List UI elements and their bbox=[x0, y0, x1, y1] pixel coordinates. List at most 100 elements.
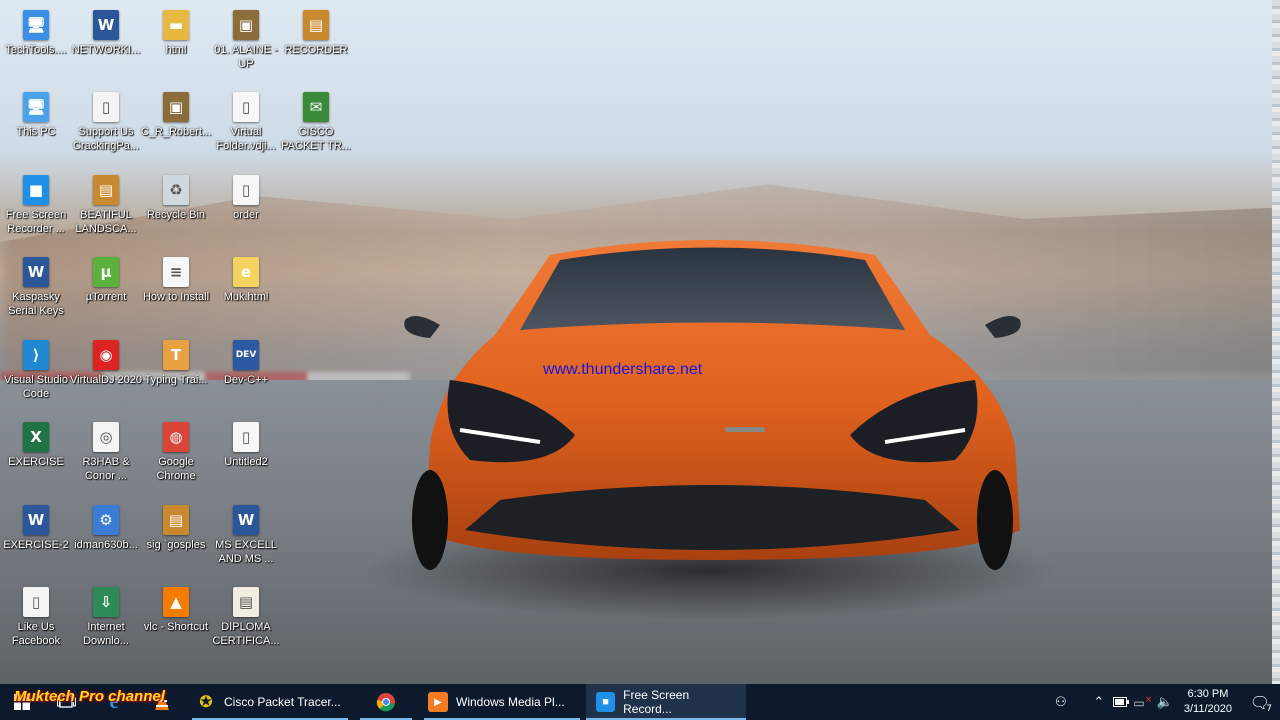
desktop-icon[interactable]: W Kaspasky Serial Keys bbox=[0, 251, 72, 331]
taskbar-edge-button[interactable]: e bbox=[90, 684, 138, 720]
desktop-icon[interactable]: W EXERCISE-2 bbox=[0, 499, 72, 579]
desktop-icon-label: idman630b... bbox=[74, 539, 138, 551]
taskbar-app-label: Cisco Packet Tracer... bbox=[224, 695, 341, 709]
windows-logo-icon bbox=[14, 694, 30, 710]
desktop-icon[interactable]: ◉ VirtualDJ 2020 bbox=[70, 334, 142, 414]
image-file-icon: ▣ bbox=[163, 92, 189, 122]
folder-icon: ▬ bbox=[163, 10, 189, 40]
installer-icon: ⚙ bbox=[93, 505, 119, 535]
desktop-icon-label: RECORDER bbox=[284, 44, 348, 56]
web-shortcut-icon: ▯ bbox=[23, 587, 49, 617]
virtualdj-icon: ◉ bbox=[93, 340, 119, 370]
clock[interactable]: 6:30 PM 3/11/2020 bbox=[1176, 687, 1240, 717]
clock-time: 6:30 PM bbox=[1187, 688, 1229, 700]
desktop-icon[interactable]: ■ Free Screen Recorder ... bbox=[0, 169, 72, 249]
desktop-icon[interactable]: ▤ sig `gosples bbox=[140, 499, 212, 579]
desktop-icon[interactable]: ✉ CISCO PACKET TR... bbox=[280, 86, 352, 166]
taskbar-vlc-button[interactable] bbox=[138, 684, 186, 720]
desktop-icon-label: vlc - Shortcut bbox=[143, 621, 209, 633]
clock-date: 3/11/2020 bbox=[1183, 703, 1232, 715]
desktop-icon-label: How to Install bbox=[142, 291, 210, 303]
edge-icon: e bbox=[109, 690, 119, 713]
desktop-icon[interactable]: ▤ DIPLOMA CERTIFICA... bbox=[210, 581, 282, 661]
notification-count: 7 bbox=[1266, 704, 1272, 714]
desktop-icon-label: EXERCISE bbox=[8, 456, 64, 468]
wallpaper-car bbox=[404, 240, 1021, 570]
desktop-icon[interactable]: ⟩ Visual Studio Code bbox=[0, 334, 72, 414]
desktop-icon[interactable]: e Muk.html bbox=[210, 251, 282, 331]
watermark-url: www.thundershare.net bbox=[543, 361, 703, 378]
chrome-icon bbox=[376, 693, 395, 712]
desktop-icon-label: Internet Downlo... bbox=[83, 621, 129, 647]
desktop-icon[interactable]: 🖥 This PC bbox=[0, 86, 72, 166]
recycle-bin-icon: ♻ bbox=[163, 175, 189, 205]
typing-tutor-icon: T bbox=[163, 340, 189, 370]
desktop-icon[interactable]: ▯ Support Us CrackingPa... bbox=[70, 86, 142, 166]
desktop-icon[interactable]: ▲ vlc - Shortcut bbox=[140, 581, 212, 661]
desktop-icon[interactable]: ▣ 01. ALAINE - UP bbox=[210, 4, 282, 84]
taskbar-app-media-player[interactable]: ▶ Windows Media Pl... bbox=[418, 684, 586, 720]
desktop-icon[interactable]: T Typing Trai... bbox=[140, 334, 212, 414]
desktop-icon[interactable]: ▬ html bbox=[140, 4, 212, 84]
chrome-icon: ◍ bbox=[163, 422, 189, 452]
taskbar-app-label: Windows Media Pl... bbox=[456, 695, 565, 709]
desktop-icon[interactable]: ◎ R3HAB & Conor ... bbox=[70, 416, 142, 496]
network-glyph: ▭× bbox=[1133, 694, 1153, 710]
desktop-icon-label: NETWORKI... bbox=[71, 44, 141, 56]
media-player-icon: ▶ bbox=[428, 692, 448, 712]
taskbar-app-label: Free Screen Record... bbox=[623, 688, 690, 716]
taskbar: e ✪ Cisco Packet Tracer... ▶ Windows Med… bbox=[0, 684, 1280, 720]
desktop-icon-label: Visual Studio Code bbox=[3, 374, 68, 400]
archive-icon: ▤ bbox=[163, 505, 189, 535]
desktop-icon-label: µTorrent bbox=[85, 291, 127, 303]
action-center-button[interactable]: 🗨 7 bbox=[1240, 684, 1280, 720]
desktop-icon[interactable]: ▯ Like Us Facebook bbox=[0, 581, 72, 661]
desktop-icon[interactable]: W MS EXCELL AND MS ... bbox=[210, 499, 282, 579]
desktop-icon[interactable]: ▤ BEATIFUL LANDSCA... bbox=[70, 169, 142, 249]
desktop-icon[interactable]: ▤ RECORDER bbox=[280, 4, 352, 84]
taskbar-app-screen-recorder[interactable]: ■ Free Screen Record... bbox=[586, 684, 746, 720]
desktop-icon[interactable]: ▯ Untitled2 bbox=[210, 416, 282, 496]
desktop-icon-label: Dev-C++ bbox=[223, 374, 269, 386]
show-hidden-icons-chevron-icon[interactable]: ⌃ bbox=[1088, 684, 1110, 720]
tray-spacer bbox=[1072, 684, 1088, 720]
taskbar-app-chrome[interactable] bbox=[354, 684, 418, 720]
desktop-icon-label: DIPLOMA CERTIFICA... bbox=[212, 621, 280, 647]
desktop-icon[interactable]: µ µTorrent bbox=[70, 251, 142, 331]
word-doc-icon: W bbox=[23, 505, 49, 535]
screen-edge-artifact bbox=[1272, 0, 1280, 684]
text-file-icon: ≡ bbox=[163, 257, 189, 287]
desktop-icon[interactable]: X EXERCISE bbox=[0, 416, 72, 496]
desktop-icon[interactable]: ⇩ Internet Downlo... bbox=[70, 581, 142, 661]
network-disconnected-icon[interactable]: ▭× bbox=[1132, 684, 1154, 720]
desktop-icon[interactable]: ▣ C_R_Robert... bbox=[140, 86, 212, 166]
desktop-icon[interactable]: W NETWORKI... bbox=[70, 4, 142, 84]
desktop-icon-label: TechTools.... bbox=[5, 44, 67, 56]
word-doc-icon: W bbox=[23, 257, 49, 287]
start-button[interactable] bbox=[0, 684, 44, 720]
desktop-icon[interactable]: ≡ How to Install bbox=[140, 251, 212, 331]
blank-file-icon: ▯ bbox=[233, 422, 259, 452]
desktop-icon[interactable]: ▯ order bbox=[210, 169, 282, 249]
desktop-icon[interactable]: ♻ Recycle Bin bbox=[140, 169, 212, 249]
desktop-icon-label: Recycle Bin bbox=[146, 209, 206, 221]
task-view-icon bbox=[57, 695, 76, 708]
desktop-icon-label: Typing Trai... bbox=[144, 374, 208, 386]
task-view-button[interactable] bbox=[44, 684, 90, 720]
battery-icon[interactable] bbox=[1110, 684, 1132, 720]
screen-recorder-icon: ■ bbox=[596, 692, 616, 712]
volume-icon[interactable]: 🔈 bbox=[1154, 684, 1176, 720]
certificate-icon: ▤ bbox=[233, 587, 259, 617]
desktop-icon[interactable]: ◍ Google Chrome bbox=[140, 416, 212, 496]
desktop-icon[interactable]: 🖥 TechTools.... bbox=[0, 4, 72, 84]
desktop-icon[interactable]: DEV Dev-C++ bbox=[210, 334, 282, 414]
desktop-icon-label: Muk.html bbox=[223, 291, 269, 303]
desktop-icon-label: Like Us Facebook bbox=[11, 621, 61, 647]
desktop-icon[interactable]: ▯ Virtual Folder.vdji... bbox=[210, 86, 282, 166]
desktop-icon-label: Support Us CrackingPa... bbox=[72, 126, 140, 152]
vlc-icon bbox=[155, 693, 169, 710]
battery-shape bbox=[1112, 697, 1129, 707]
taskbar-app-cisco[interactable]: ✪ Cisco Packet Tracer... bbox=[186, 684, 354, 720]
desktop-icon[interactable]: ⚙ idman630b... bbox=[70, 499, 142, 579]
people-icon[interactable]: ⚇ bbox=[1050, 684, 1072, 720]
